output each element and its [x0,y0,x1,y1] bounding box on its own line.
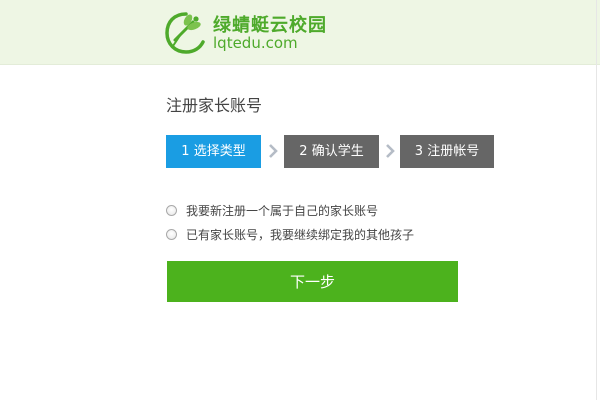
option-new-account[interactable]: 我要新注册一个属于自己的家长账号 [166,201,378,219]
brand-logo[interactable]: 绿蜻蜓云校园 lqtedu.com [163,10,338,56]
window-edge [596,0,597,400]
radio-new-account[interactable] [166,204,177,216]
header-bar: 绿蜻蜓云校园 lqtedu.com [0,0,600,65]
option-new-account-label: 我要新注册一个属于自己的家长账号 [186,203,379,218]
page-title: 注册家长账号 [166,96,263,115]
option-bind-child[interactable]: 已有家长账号，我要继续绑定我的其他孩子 [166,225,414,243]
register-page: 绿蜻蜓云校园 lqtedu.com 注册家长账号 1 选择类型 2 确认学生 3… [0,0,600,400]
step-confirm-student: 2 确认学生 [284,135,379,168]
step-select-type: 1 选择类型 [166,135,261,168]
chevron-right-icon [269,144,278,158]
next-step-button[interactable]: 下一步 [167,261,458,302]
option-bind-child-label: 已有家长账号，我要继续绑定我的其他孩子 [186,227,415,242]
dragonfly-icon [165,12,205,54]
brand-domain: lqtedu.com [213,34,298,52]
step-register-account: 3 注册帐号 [400,135,494,168]
radio-bind-child[interactable] [166,228,177,240]
chevron-right-icon [386,144,395,158]
